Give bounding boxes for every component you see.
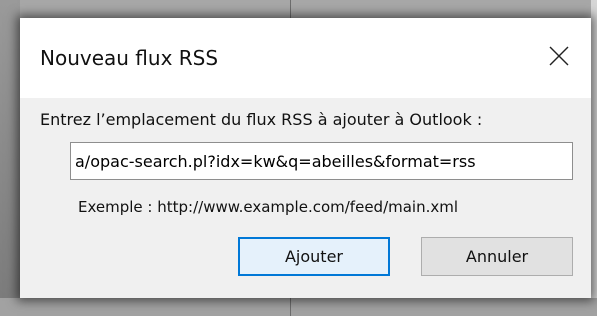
background-divider (290, 0, 291, 18)
dialog-titlebar: Nouveau flux RSS (20, 18, 591, 98)
example-text: Exemple : http://www.example.com/feed/ma… (78, 198, 459, 216)
background-window-top (0, 0, 597, 18)
background-window-bottom (0, 298, 597, 316)
feed-location-label: Entrez l’emplacement du flux RSS à ajout… (40, 110, 483, 129)
dialog-content: Entrez l’emplacement du flux RSS à ajout… (20, 98, 591, 298)
close-button[interactable] (541, 38, 577, 74)
background-window-left (0, 0, 20, 316)
close-icon (549, 46, 569, 66)
dialog-title: Nouveau flux RSS (40, 46, 219, 70)
cancel-button[interactable]: Annuler (421, 237, 573, 276)
background-divider (290, 298, 291, 316)
background-window-right (591, 0, 597, 316)
add-button[interactable]: Ajouter (238, 237, 390, 276)
feed-url-input[interactable] (70, 142, 573, 180)
rss-feed-dialog: Nouveau flux RSS Entrez l’emplacement du… (20, 18, 591, 298)
